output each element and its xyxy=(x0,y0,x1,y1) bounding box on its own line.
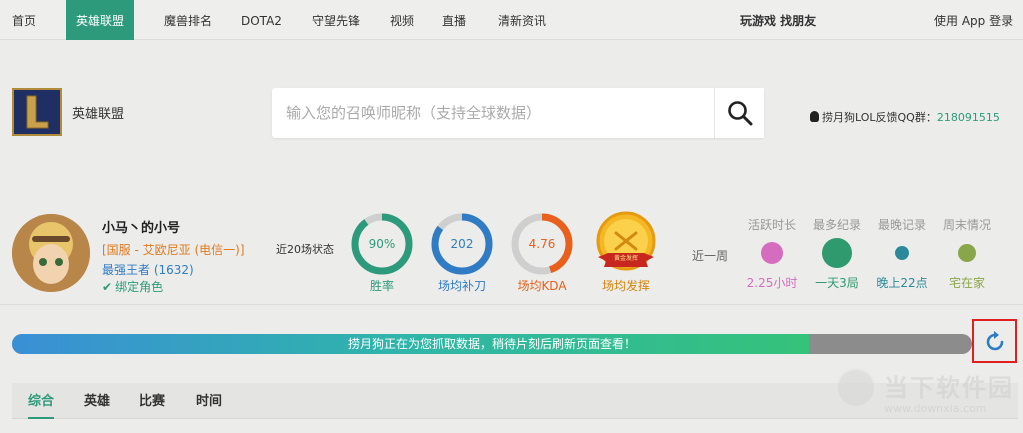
qq-group-note: 捞月狗LOL反馈QQ群：218091515 xyxy=(810,109,1000,125)
cs-ring: 202 xyxy=(430,212,494,276)
check-icon: ✔ xyxy=(102,280,113,294)
qq-group-number[interactable]: 218091515 xyxy=(937,111,1000,124)
avatar[interactable] xyxy=(12,214,90,292)
week-head: 最晚记录 xyxy=(877,218,926,232)
win-rate-ring: 90% xyxy=(350,212,414,276)
nav-dota2[interactable]: DOTA2 xyxy=(241,0,282,40)
player-rank[interactable]: 最强王者 (1632) xyxy=(102,261,194,278)
gold-medal-icon: 黄金发挥 xyxy=(594,211,658,277)
nav-overwatch[interactable]: 守望先锋 xyxy=(312,0,360,40)
tab-overview[interactable]: 综合 xyxy=(28,383,55,419)
nav-home[interactable]: 首页 xyxy=(12,0,36,40)
qq-group-label: 捞月狗LOL反馈QQ群： xyxy=(822,111,937,124)
lol-logo-icon[interactable] xyxy=(12,88,62,136)
nav-warcraft-rank[interactable]: 魔兽排名 xyxy=(164,0,212,40)
summoner-search-input[interactable] xyxy=(272,88,712,138)
week-head: 周末情况 xyxy=(942,218,991,232)
week-max-record: 最多纪录 一天3局 xyxy=(807,216,867,290)
search-icon xyxy=(728,101,753,126)
progress-text: 捞月狗正在为您抓取数据，稍待片刻后刷新页面查看！ xyxy=(347,337,636,351)
week-weekend: 周末情况 宅在家 xyxy=(937,216,997,290)
section-divider xyxy=(0,304,1023,305)
refresh-icon xyxy=(986,331,1004,351)
bind-role-label: 绑定角色 xyxy=(115,280,164,294)
medal-badge-text: 黄金发挥 xyxy=(613,255,638,262)
nav-app-login[interactable]: 使用 App 登录 xyxy=(934,0,1013,40)
week-active-hours: 活跃时长 2.25小时 xyxy=(742,216,802,290)
watermark-title: 当下软件园 xyxy=(884,374,1014,402)
refresh-button[interactable] xyxy=(972,319,1017,363)
week-head: 活跃时长 xyxy=(747,218,796,232)
watermark-logo-icon xyxy=(836,368,876,408)
watermark-url: www.downxia.com xyxy=(884,402,987,415)
cs-value: 202 xyxy=(450,237,474,251)
fetch-progress-bar: 捞月狗正在为您抓取数据，稍待片刻后刷新页面查看！ xyxy=(12,334,972,354)
watermark: 当下软件园 www.downxia.com xyxy=(836,362,1016,430)
nav-news[interactable]: 清新资讯 xyxy=(498,0,546,40)
week-value: 2.25小时 xyxy=(746,276,798,290)
player-name: 小马丶的小号 xyxy=(102,221,181,236)
medal-label: 场均发挥 xyxy=(601,279,650,293)
game-name: 英雄联盟 xyxy=(72,107,125,122)
nav-video[interactable]: 视频 xyxy=(390,0,414,40)
weekend-dot-icon xyxy=(958,244,976,262)
week-value: 晚上22点 xyxy=(876,276,928,290)
nav-live[interactable]: 直播 xyxy=(442,0,466,40)
week-value: 宅在家 xyxy=(948,276,985,290)
recent-games-label: 近20场状态 xyxy=(276,243,334,256)
tab-heroes[interactable]: 英雄 xyxy=(84,383,110,419)
week-latest-record: 最晚记录 晚上22点 xyxy=(872,216,932,290)
kda-label: 场均KDA xyxy=(517,279,567,293)
tab-time[interactable]: 时间 xyxy=(196,383,222,419)
win-rate-value: 90% xyxy=(368,237,396,251)
week-head: 最多纪录 xyxy=(812,218,861,232)
nav-lol[interactable]: 英雄联盟 xyxy=(66,0,134,40)
win-rate-label: 胜率 xyxy=(369,279,394,293)
nav-play-find-friends[interactable]: 玩游戏 找朋友 xyxy=(740,0,816,40)
tab-matches[interactable]: 比赛 xyxy=(139,383,165,419)
player-server: [国服 - 艾欧尼亚 (电信一)] xyxy=(102,243,245,257)
latest-dot-icon xyxy=(895,246,909,260)
kda-value: 4.76 xyxy=(528,237,556,251)
search-button[interactable] xyxy=(714,88,764,138)
qq-penguin-icon xyxy=(810,111,819,122)
activity-dot-icon xyxy=(761,242,783,264)
cs-label: 场均补刀 xyxy=(437,279,486,293)
kda-ring: 4.76 xyxy=(510,212,574,276)
week-value: 一天3局 xyxy=(815,276,859,290)
bind-role-link[interactable]: ✔ 绑定角色 xyxy=(102,278,163,295)
search-box xyxy=(272,88,764,138)
top-nav: 首页 英雄联盟 魔兽排名 DOTA2 守望先锋 视频 直播 清新资讯 玩游戏 找… xyxy=(0,0,1023,40)
record-dot-icon xyxy=(822,238,852,268)
week-label: 近一周 xyxy=(692,249,729,263)
